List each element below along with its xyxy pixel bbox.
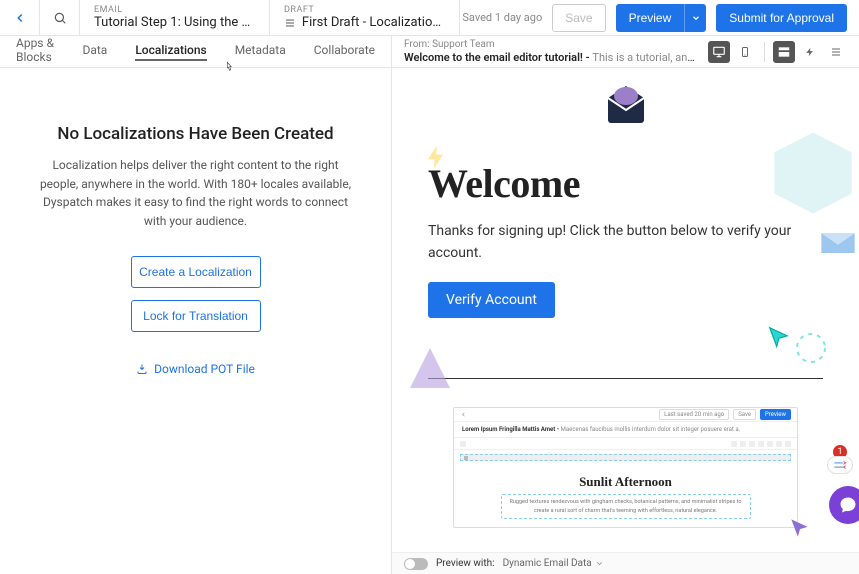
- tab-metadata[interactable]: Metadata: [235, 43, 286, 61]
- nested-saved-label: Last saved 20 min ago: [659, 409, 729, 420]
- collapse-icon: [833, 460, 847, 470]
- collapse-widget-button[interactable]: [827, 456, 853, 474]
- breadcrumb-label: EMAIL: [94, 5, 255, 15]
- save-button[interactable]: Save: [552, 4, 605, 32]
- nested-editor-screenshot: Last saved 20 min ago Save Preview Lorem…: [453, 407, 798, 528]
- list-mode-button[interactable]: [825, 41, 847, 63]
- nested-save-button: Save: [733, 409, 756, 420]
- preview-with-label: Preview with:: [436, 558, 495, 569]
- tab-data[interactable]: Data: [82, 43, 107, 61]
- preview-from: From: Support Team: [404, 38, 700, 51]
- email-divider: [428, 378, 823, 379]
- nested-copy: Rugged textures rendezvous with gingham …: [501, 494, 751, 519]
- toolbar-divider: [764, 42, 765, 62]
- flash-mode-button[interactable]: [799, 41, 821, 63]
- verify-account-button[interactable]: Verify Account: [428, 282, 555, 318]
- download-pot-link[interactable]: Download POT File: [136, 362, 255, 376]
- preview-toggle[interactable]: [404, 558, 428, 570]
- breadcrumb-title: Tutorial Step 1: Using the Email B…: [94, 15, 255, 30]
- preview-dropdown[interactable]: [684, 4, 706, 32]
- nested-subject: Lorem Ipsum Fringilla Mattis Amet - Maec…: [454, 422, 797, 438]
- list-icon: [830, 46, 842, 58]
- triangle-decoration-icon: [410, 348, 450, 388]
- tab-localizations[interactable]: Localizations: [135, 43, 206, 61]
- create-localization-button[interactable]: Create a Localization: [131, 256, 261, 288]
- email-paragraph: Thanks for signing up! Click the button …: [428, 221, 823, 264]
- nested-title: Sunlit Afternoon: [464, 474, 787, 490]
- breadcrumb-title: First Draft - Localizations: [302, 15, 445, 30]
- viewport-desktop-button[interactable]: [708, 41, 730, 63]
- preview-split-button[interactable]: Preview: [616, 4, 707, 32]
- empty-state-body: Localization helps deliver the right con…: [32, 156, 359, 230]
- preview-button[interactable]: Preview: [616, 4, 685, 32]
- breadcrumb-draft[interactable]: DRAFT First Draft - Localizations: [270, 0, 460, 35]
- mobile-icon: [739, 46, 751, 58]
- chat-icon: [838, 495, 858, 515]
- chevron-left-icon: [460, 411, 467, 418]
- search-button[interactable]: [40, 0, 80, 35]
- email-preview-pane[interactable]: Welcome Thanks for signing up! Click the…: [392, 68, 859, 552]
- nested-preview-button: Preview: [760, 409, 791, 420]
- viewport-mobile-button[interactable]: [734, 41, 756, 63]
- download-icon: [136, 363, 148, 375]
- envelope-hero-icon: [428, 84, 823, 124]
- tab-apps-blocks[interactable]: Apps & Blocks: [16, 36, 54, 68]
- chat-widget-button[interactable]: [829, 486, 859, 524]
- saved-ago-text: Saved 1 day ago: [462, 11, 542, 24]
- lock-translation-button[interactable]: Lock for Translation: [131, 300, 261, 332]
- chevron-down-icon: [595, 559, 604, 568]
- chevron-down-icon: [691, 13, 701, 23]
- submit-approval-button[interactable]: Submit for Approval: [716, 4, 847, 32]
- empty-state-heading: No Localizations Have Been Created: [32, 124, 359, 144]
- desktop-icon: [712, 45, 726, 59]
- search-icon: [53, 11, 67, 25]
- email-headline: Welcome: [428, 160, 823, 207]
- dashed-circle-decoration-icon: [791, 328, 831, 368]
- download-pot-label: Download POT File: [154, 362, 255, 376]
- cursor-decoration-icon: [765, 323, 793, 351]
- layout-mode-button[interactable]: [773, 41, 795, 63]
- bolt-icon: [805, 46, 815, 58]
- back-button[interactable]: [0, 0, 40, 35]
- tab-collaborate[interactable]: Collaborate: [314, 43, 375, 61]
- layout-icon: [777, 45, 791, 59]
- cursor-decoration-icon: [787, 515, 813, 541]
- menu-icon: [284, 17, 296, 29]
- preview-mode-selector[interactable]: Dynamic Email Data: [503, 558, 604, 569]
- preview-subject: Welcome to the email editor tutorial! - …: [404, 51, 700, 65]
- chevron-left-icon: [13, 11, 27, 25]
- breadcrumb-label: DRAFT: [284, 5, 445, 15]
- breadcrumb-email[interactable]: EMAIL Tutorial Step 1: Using the Email B…: [80, 0, 270, 35]
